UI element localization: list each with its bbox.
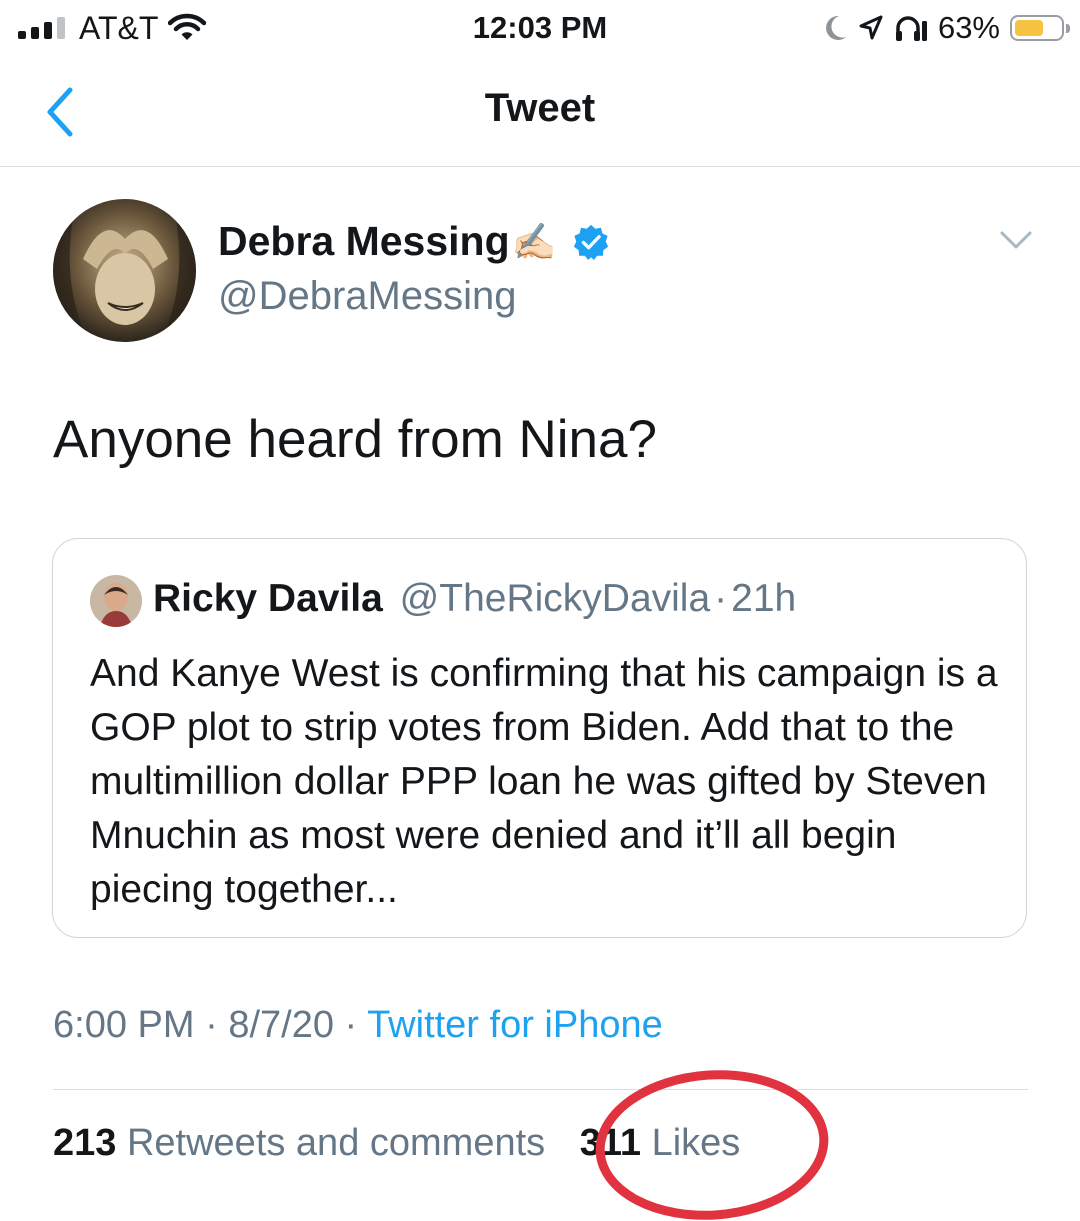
tweet-stats: 213 Retweets and comments 311 Likes [53,1122,740,1165]
battery-fill [1015,20,1043,36]
retweets-stat[interactable]: 213 Retweets and comments [53,1122,545,1164]
quoted-handle[interactable]: @TheRickyDavila [400,577,711,620]
divider [53,1089,1028,1090]
moon-icon [826,15,846,40]
quoted-separator: · [714,577,728,620]
quoted-tweet-text: And Kanye West is confirming that his ca… [90,652,998,911]
author-handle[interactable]: @DebraMessing [218,274,517,319]
status-bar: AT&T 12:03 PM 63% [0,0,1080,56]
retweets-count: 213 [53,1122,117,1164]
quoted-time: 21h [731,577,797,620]
tweet-date: 8/7/20 [228,1004,334,1046]
likes-count: 311 [579,1122,642,1164]
tweet-source-link[interactable]: Twitter for iPhone [367,1004,663,1046]
meta-separator: · [205,1004,218,1046]
status-right: 63% [822,8,1070,48]
quoted-author-name[interactable]: Ricky Davila [153,577,383,620]
tweet-meta: 6:00 PM · 8/7/20 · Twitter for iPhone [53,1004,663,1047]
writing-hand-emoji: ✍🏻 [511,220,557,262]
quoted-header: Ricky Davila @TheRickyDavila · 21h [153,577,796,621]
verified-badge-icon [574,224,609,260]
chevron-down-icon[interactable] [998,228,1034,252]
retweets-label: Retweets and comments [126,1122,546,1164]
headphones-icon [895,16,927,41]
likes-stat[interactable]: 311 Likes [580,1122,741,1164]
battery-percent: 63% [937,10,1000,45]
nav-header: Tweet [0,56,1080,167]
likes-label: Likes [651,1122,741,1164]
location-icon [859,15,883,40]
meta-separator: · [344,1004,358,1046]
tweet-text: Anyone heard from Nina? [53,410,657,469]
battery-icon [1010,15,1070,41]
avatar[interactable] [53,199,196,342]
quoted-tweet-card[interactable]: Ricky Davila @TheRickyDavila · 21h And Kan… [52,538,1027,938]
page-title: Tweet [484,86,596,130]
quoted-avatar[interactable] [90,575,142,627]
author-name-text[interactable]: Debra Messing [218,218,510,265]
author-name[interactable]: Debra Messing ✍🏻 [218,218,610,265]
tweet-time: 6:00 PM [53,1004,195,1046]
